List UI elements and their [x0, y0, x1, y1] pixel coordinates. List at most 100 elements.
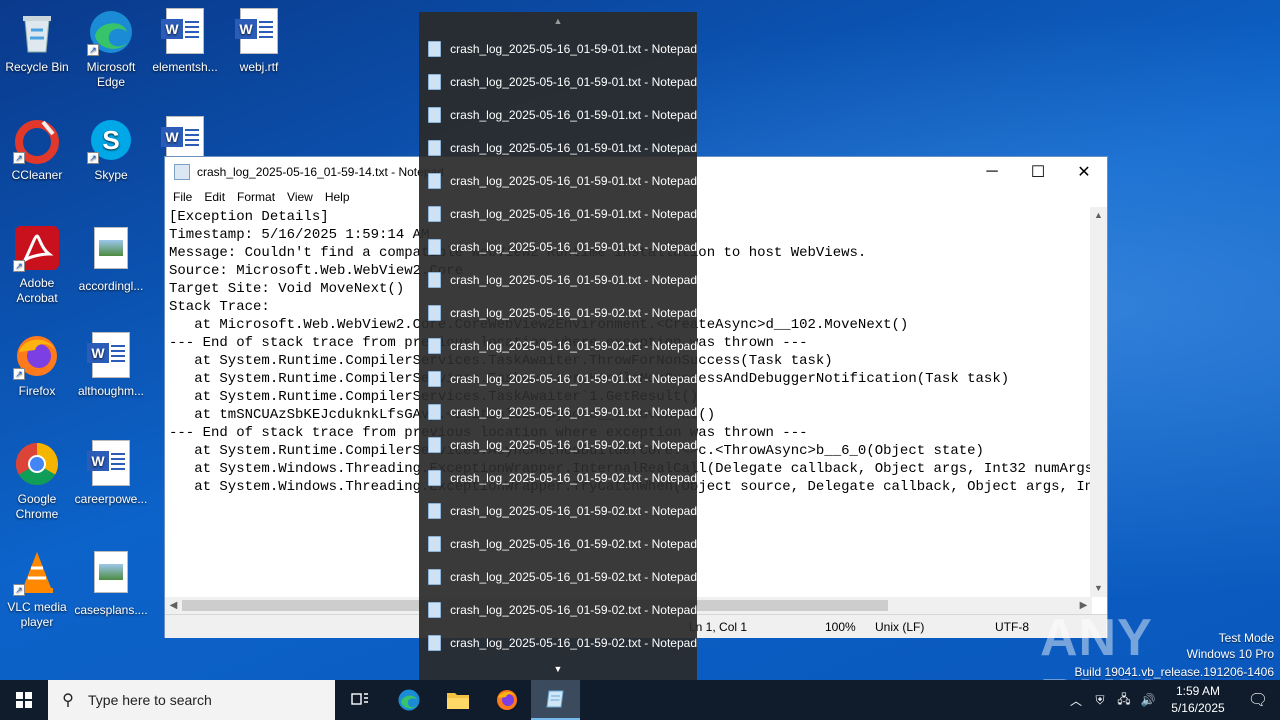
svg-text:S: S — [102, 125, 119, 155]
notepad-icon — [174, 164, 190, 180]
image-file-icon — [87, 551, 135, 599]
shortcut-arrow-icon: ↗ — [13, 584, 25, 596]
maximize-button[interactable]: ☐ — [1015, 157, 1061, 187]
jumplist-item-label: crash_log_2025-05-16_01-59-01.txt - Note… — [450, 173, 697, 188]
scroll-up-icon[interactable]: ▲ — [419, 12, 697, 32]
desktop-icon-firefox[interactable]: ↗ Firefox — [0, 332, 74, 399]
notepad-icon — [545, 690, 564, 708]
task-view-icon — [350, 693, 368, 705]
jumplist-item-label: crash_log_2025-05-16_01-59-01.txt - Note… — [450, 239, 697, 254]
jumplist-item-label: crash_log_2025-05-16_01-59-02.txt - Note… — [450, 503, 697, 518]
jumplist-item[interactable]: crash_log_2025-05-16_01-59-02.txt - Note… — [419, 626, 697, 659]
minimize-button[interactable]: ─ — [969, 157, 1015, 187]
scroll-left-icon[interactable]: ◀ — [165, 597, 182, 614]
jumplist-item[interactable]: crash_log_2025-05-16_01-59-01.txt - Note… — [419, 197, 697, 230]
taskbar-notepad-button[interactable] — [531, 680, 580, 720]
windows-logo-icon — [16, 692, 32, 708]
jumplist-item[interactable]: crash_log_2025-05-16_01-59-01.txt - Note… — [419, 32, 697, 65]
jumplist-item[interactable]: crash_log_2025-05-16_01-59-01.txt - Note… — [419, 362, 697, 395]
edge-icon — [398, 689, 419, 711]
scroll-up-icon[interactable]: ▲ — [1090, 207, 1107, 224]
chrome-icon — [13, 440, 61, 488]
jumplist-item-label: crash_log_2025-05-16_01-59-02.txt - Note… — [450, 635, 697, 650]
jumplist-item[interactable]: crash_log_2025-05-16_01-59-02.txt - Note… — [419, 296, 697, 329]
taskbar-file-explorer-button[interactable] — [433, 680, 482, 720]
desktop-icon-label: Firefox — [18, 384, 56, 398]
taskbar-firefox-button[interactable] — [482, 680, 531, 720]
jumplist-item[interactable]: crash_log_2025-05-16_01-59-01.txt - Note… — [419, 164, 697, 197]
os-edition-label: Windows 10 Pro — [1186, 647, 1274, 661]
desktop-icon-vlc[interactable]: ↗ VLC media player — [0, 548, 74, 630]
desktop-icon-ccleaner[interactable]: ↗ CCleaner — [0, 116, 74, 183]
jumplist-item-label: crash_log_2025-05-16_01-59-02.txt - Note… — [450, 338, 697, 353]
desktop-icon-casesplans[interactable]: casesplans.... — [74, 548, 148, 618]
scroll-down-icon[interactable]: ▼ — [1090, 580, 1107, 597]
jumplist-item[interactable]: crash_log_2025-05-16_01-59-01.txt - Note… — [419, 263, 697, 296]
jumplist-item[interactable]: crash_log_2025-05-16_01-59-01.txt - Note… — [419, 131, 697, 164]
menu-view[interactable]: View — [281, 190, 319, 204]
jumplist-item[interactable]: crash_log_2025-05-16_01-59-02.txt - Note… — [419, 494, 697, 527]
jumplist-item[interactable]: crash_log_2025-05-16_01-59-02.txt - Note… — [419, 593, 697, 626]
status-encoding: UTF-8 — [995, 620, 1029, 634]
menu-edit[interactable]: Edit — [198, 190, 231, 204]
menu-file[interactable]: File — [167, 190, 198, 204]
taskbar-clock[interactable]: 1:59 AM 5/16/2025 — [1160, 683, 1236, 717]
notepad-file-icon — [428, 469, 442, 486]
jumplist-item-label: crash_log_2025-05-16_01-59-01.txt - Note… — [450, 371, 697, 386]
start-button[interactable] — [0, 680, 48, 720]
network-icon[interactable]: 🖧 — [1112, 690, 1136, 711]
volume-icon[interactable]: 🔊 — [1136, 693, 1160, 707]
menu-help[interactable]: Help — [319, 190, 356, 204]
desktop-icon-recycle-bin[interactable]: Recycle Bin — [0, 8, 74, 75]
task-view-button[interactable] — [335, 680, 384, 720]
shield-icon[interactable]: ⛨ — [1088, 693, 1112, 708]
jumplist-item[interactable]: crash_log_2025-05-16_01-59-02.txt - Note… — [419, 329, 697, 362]
skype-icon: S ↗ — [87, 116, 135, 164]
show-hidden-icons-chevron-icon[interactable]: ︿ — [1064, 692, 1088, 709]
notepad-file-icon — [428, 634, 442, 651]
notepad-file-icon — [428, 139, 442, 156]
notepad-file-icon — [428, 403, 442, 420]
desktop-icon-althoughm[interactable]: W althoughm... — [74, 332, 148, 399]
desktop-icon-adobe-acrobat[interactable]: ↗ Adobe Acrobat — [0, 224, 74, 306]
word-document-icon: W — [87, 332, 135, 380]
close-button[interactable]: ✕ — [1061, 157, 1107, 187]
jumplist-item[interactable]: crash_log_2025-05-16_01-59-02.txt - Note… — [419, 527, 697, 560]
jumplist-item-label: crash_log_2025-05-16_01-59-01.txt - Note… — [450, 272, 697, 287]
desktop-icon-chrome[interactable]: Google Chrome — [0, 440, 74, 522]
notepad-file-icon — [428, 238, 442, 255]
taskbar-search-box[interactable]: ⚲ Type here to search — [48, 680, 335, 720]
desktop-icon-careerpowe[interactable]: W careerpowe... — [74, 440, 148, 507]
word-document-icon: W — [235, 8, 283, 56]
action-center-icon[interactable]: 🗨 — [1236, 690, 1280, 710]
notepad-file-icon — [428, 568, 442, 585]
desktop-icon-edge[interactable]: ↗ Microsoft Edge — [74, 8, 148, 90]
word-document-icon: W — [87, 440, 135, 488]
jumplist-item[interactable]: crash_log_2025-05-16_01-59-02.txt - Note… — [419, 428, 697, 461]
jumplist-item[interactable]: crash_log_2025-05-16_01-59-02.txt - Note… — [419, 461, 697, 494]
shortcut-arrow-icon: ↗ — [87, 152, 99, 164]
taskbar-edge-button[interactable] — [384, 680, 433, 720]
jumplist-item[interactable]: crash_log_2025-05-16_01-59-01.txt - Note… — [419, 395, 697, 428]
jumplist-item[interactable]: crash_log_2025-05-16_01-59-01.txt - Note… — [419, 65, 697, 98]
status-position: Ln 1, Col 1 — [689, 620, 748, 634]
shortcut-arrow-icon: ↗ — [13, 260, 25, 272]
jumplist-item[interactable]: crash_log_2025-05-16_01-59-01.txt - Note… — [419, 98, 697, 131]
jumplist-item-label: crash_log_2025-05-16_01-59-01.txt - Note… — [450, 206, 697, 221]
desktop-icon-webj[interactable]: W webj.rtf — [222, 8, 296, 75]
desktop-icon-elementsh[interactable]: W elementsh... — [148, 8, 222, 75]
jumplist-item[interactable]: crash_log_2025-05-16_01-59-01.txt - Note… — [419, 230, 697, 263]
notepad-file-icon — [428, 370, 442, 387]
vertical-scrollbar[interactable]: ▲ ▼ — [1090, 207, 1107, 597]
jumplist-item-label: crash_log_2025-05-16_01-59-02.txt - Note… — [450, 437, 697, 452]
desktop-icon-label: CCleaner — [11, 168, 63, 182]
notepad-file-icon — [428, 502, 442, 519]
desktop-icon-skype[interactable]: S ↗ Skype — [74, 116, 148, 183]
shortcut-arrow-icon: ↗ — [13, 368, 25, 380]
desktop-icon-accordingl[interactable]: accordingl... — [74, 224, 148, 294]
scroll-down-icon[interactable]: ▼ — [419, 658, 697, 680]
jumplist-item[interactable]: crash_log_2025-05-16_01-59-02.txt - Note… — [419, 560, 697, 593]
menu-format[interactable]: Format — [231, 190, 281, 204]
desktop-icon-label: careerpowe... — [74, 492, 148, 506]
desktop-icon-label: Microsoft Edge — [86, 60, 136, 89]
